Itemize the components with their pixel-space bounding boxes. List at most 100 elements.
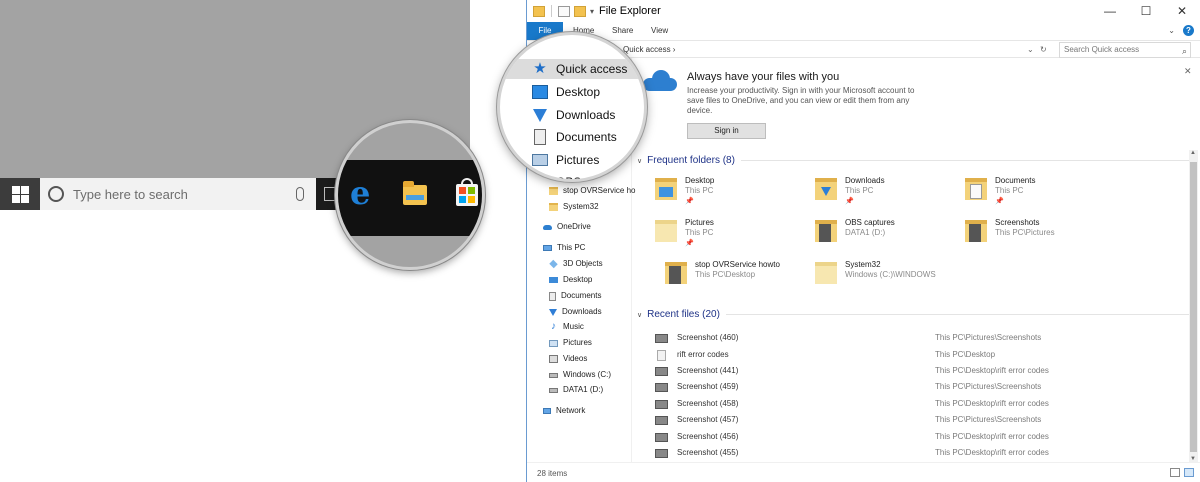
recent-file-row[interactable]: Screenshot (459) This PC\Pictures\Screen… <box>655 380 1195 394</box>
file-location: This PC\Desktop\rift error codes <box>935 448 1049 457</box>
screenshots-folder-icon <box>965 220 987 242</box>
address-path[interactable]: Quick access › <box>619 42 1047 58</box>
file-explorer-icon[interactable] <box>403 181 427 205</box>
details-view-icon[interactable] <box>1170 468 1180 477</box>
zoom-nav-desktop[interactable]: Desktop <box>532 82 600 102</box>
nav-item-label: Desktop <box>563 275 593 284</box>
folder-location: This PC\Pictures <box>995 228 1055 237</box>
windows-logo-icon <box>11 185 29 203</box>
folder-tile-stop-ovrservice[interactable]: stop OVRService howto This PC\Desktop <box>665 260 805 294</box>
ribbon-tabs: File Home Share View ⌄ ? <box>527 22 1200 40</box>
nav-item-windows-c[interactable]: Windows (C:) <box>549 368 611 382</box>
taskbar-zoom-callout: e <box>335 120 485 270</box>
nav-item-pictures[interactable]: Pictures <box>549 336 592 350</box>
file-location: This PC\Pictures\Screenshots <box>935 382 1042 391</box>
folder-location: This PC\Desktop <box>695 270 756 279</box>
document-icon <box>549 291 556 301</box>
large-icons-view-icon[interactable] <box>1184 468 1194 477</box>
recent-file-row[interactable]: Screenshot (456) This PC\Desktop\rift er… <box>655 430 1195 444</box>
taskbar-search-box[interactable]: Type here to search <box>40 178 316 210</box>
nav-item-videos[interactable]: Videos <box>549 352 587 366</box>
nav-item-data1-d[interactable]: DATA1 (D:) <box>549 383 603 397</box>
folder-tile-downloads[interactable]: Downloads This PC 📌 <box>815 176 955 210</box>
pin-icon: 📌 <box>685 240 694 247</box>
pictures-icon <box>532 154 548 166</box>
folder-tile-desktop[interactable]: Desktop This PC 📌 <box>655 176 795 210</box>
nav-item-desktop[interactable]: Desktop <box>549 273 592 287</box>
pictures-folder-icon <box>655 220 677 242</box>
nav-item-this-pc[interactable]: This PC <box>543 241 585 255</box>
microphone-icon[interactable] <box>296 187 304 201</box>
new-folder-icon[interactable] <box>574 5 586 17</box>
content-pane: Always have your files with you Increase… <box>633 58 1200 462</box>
folder-name: Screenshots <box>995 218 1040 227</box>
pc-icon <box>543 245 552 251</box>
sign-in-button[interactable]: Sign in <box>687 123 766 139</box>
nav-item-onedrive[interactable]: OneDrive <box>543 220 591 234</box>
refresh-icon[interactable]: ↻ <box>1040 45 1047 54</box>
onedrive-cloud-icon <box>643 70 677 91</box>
frequent-folders-header[interactable]: ∨ Frequent folders (8) <box>637 155 1197 166</box>
recent-file-row[interactable]: Screenshot (460) This PC\Pictures\Screen… <box>655 331 1195 345</box>
folder-tile-pictures[interactable]: Pictures This PC 📌 <box>655 218 795 252</box>
zoom-nav-documents[interactable]: Documents <box>532 127 617 147</box>
close-button[interactable]: ✕ <box>1164 0 1200 22</box>
zoom-nav-pictures[interactable]: Pictures <box>532 150 599 170</box>
nav-item-label: Pictures <box>563 338 592 347</box>
vertical-scrollbar[interactable]: ▲ ▼ <box>1189 150 1198 462</box>
folder-tile-obs-captures[interactable]: OBS captures DATA1 (D:) <box>815 218 955 252</box>
recent-files-header[interactable]: ∨ Recent files (20) <box>637 309 1197 320</box>
folder-name: Documents <box>995 176 1036 185</box>
edge-browser-icon[interactable]: e <box>350 174 370 212</box>
search-icon[interactable]: ⌕ <box>1182 44 1187 58</box>
nav-item-label: stop OVRService ho <box>563 186 636 195</box>
folder-tile-screenshots[interactable]: Screenshots This PC\Pictures <box>965 218 1105 252</box>
recent-file-row[interactable]: Screenshot (441) This PC\Desktop\rift er… <box>655 364 1195 378</box>
nav-item-label: This PC <box>557 243 586 252</box>
recent-file-row[interactable]: rift error codes This PC\Desktop <box>655 348 1195 362</box>
zoom-nav-downloads[interactable]: Downloads <box>532 105 615 125</box>
scroll-thumb[interactable] <box>1190 162 1197 452</box>
file-name: Screenshot (455) <box>677 448 739 457</box>
maximize-button[interactable]: ☐ <box>1128 0 1164 22</box>
taskbar-search-placeholder: Type here to search <box>73 186 188 202</box>
recent-file-row[interactable]: Screenshot (455) This PC\Desktop\rift er… <box>655 446 1195 460</box>
zoom-nav-quick-access[interactable]: ★ Quick access <box>500 59 644 79</box>
tab-share[interactable]: Share <box>606 22 639 40</box>
folder-location: This PC <box>685 228 714 237</box>
nav-item-downloads[interactable]: Downloads <box>549 305 602 319</box>
folder-tile-system32[interactable]: System32 Windows (C:)\WINDOWS <box>815 260 955 294</box>
image-file-icon <box>655 449 668 458</box>
tab-view[interactable]: View <box>645 22 674 40</box>
nav-item-music[interactable]: ♪ Music <box>549 320 584 334</box>
folder-tile-documents[interactable]: Documents This PC 📌 <box>965 176 1105 210</box>
help-icon[interactable]: ? <box>1183 25 1194 36</box>
expand-ribbon-icon[interactable]: ⌄ <box>1168 26 1175 35</box>
search-input[interactable]: Search Quick access ⌕ <box>1059 42 1191 58</box>
zoom-nav-label: Desktop <box>556 85 601 99</box>
scroll-up-icon[interactable]: ▲ <box>1190 150 1196 156</box>
pin-icon: 📌 <box>995 198 1004 205</box>
nav-item-3d-objects[interactable]: 3D Objects <box>549 257 603 271</box>
recent-file-row[interactable]: Screenshot (458) This PC\Desktop\rift er… <box>655 397 1195 411</box>
properties-icon[interactable] <box>558 5 570 17</box>
address-dropdown-icon[interactable]: ⌄ <box>1027 45 1034 54</box>
nav-item-label: 3D Objects <box>563 259 603 268</box>
chevron-down-icon: ∨ <box>637 311 643 319</box>
recent-file-row[interactable]: Screenshot (457) This PC\Pictures\Screen… <box>655 413 1195 427</box>
minimize-button[interactable]: — <box>1092 0 1128 22</box>
quick-toolbar-dropdown-icon[interactable]: ▾ <box>590 7 594 16</box>
frequent-folders-label: Frequent folders (8) <box>647 155 735 166</box>
image-file-icon <box>655 383 668 392</box>
folder-name: System32 <box>845 260 881 269</box>
downloads-folder-icon <box>815 178 837 200</box>
nav-item-documents[interactable]: Documents <box>549 289 601 303</box>
close-banner-icon[interactable]: ✕ <box>1184 66 1192 77</box>
start-button[interactable] <box>0 178 40 210</box>
nav-item-network[interactable]: Network <box>543 404 585 418</box>
nav-item-system32[interactable]: System32 <box>549 200 599 214</box>
microsoft-store-icon[interactable] <box>456 184 478 206</box>
nav-item-stop-ovrservice[interactable]: stop OVRService ho <box>549 184 635 198</box>
cortana-icon <box>48 186 64 202</box>
file-name: Screenshot (460) <box>677 333 739 342</box>
